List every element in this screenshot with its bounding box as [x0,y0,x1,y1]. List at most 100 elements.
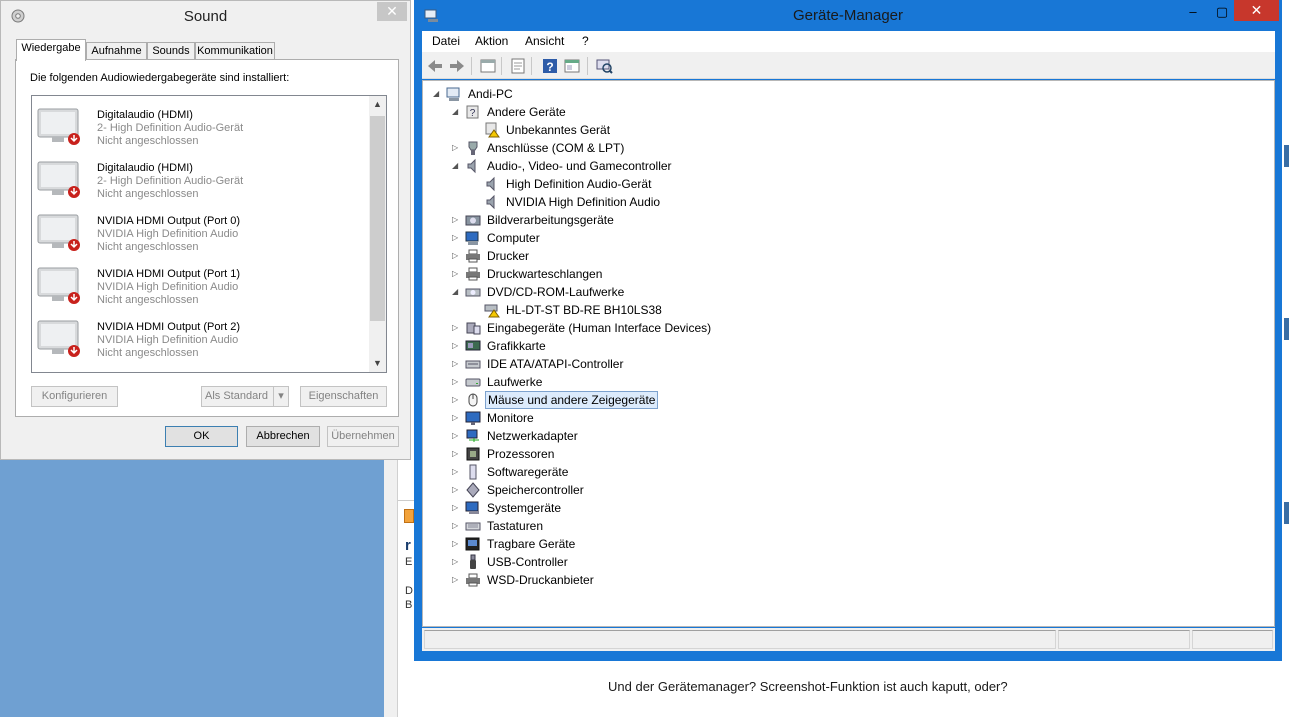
collapsed-arrow-icon[interactable]: ▷ [452,466,461,477]
collapsed-arrow-icon[interactable]: ▷ [452,142,461,153]
help-icon[interactable]: ? [541,57,559,75]
collapsed-arrow-icon[interactable]: ▷ [452,214,461,225]
properties-button[interactable]: Eigenschaften [300,386,387,407]
computer-icon [465,231,479,245]
tree-item-label: WSD-Druckanbieter [487,573,594,587]
device-name: NVIDIA HDMI Output (Port 0) [97,215,241,227]
scroll-thumb[interactable] [370,116,385,321]
list-item[interactable]: Digitalaudio (HDMI) 2- High Definition A… [32,152,370,205]
software-device-icon [469,464,477,480]
keyboard-icon [465,522,481,531]
tab-wiedergabe[interactable]: Wiedergabe [16,39,86,61]
tree-item-label: DVD/CD-ROM-Laufwerke [487,285,625,299]
svg-text:?: ? [546,60,553,74]
collapsed-arrow-icon[interactable]: ▷ [452,268,461,279]
tab-aufnahme[interactable]: Aufnahme [86,42,147,60]
collapsed-arrow-icon[interactable]: ▷ [452,322,461,333]
device-tree[interactable]: ◢ Andi-PC ◢ ? Andere Geräte Unbekanntes … [422,80,1275,627]
device-status: Nicht angeschlossen [97,135,199,147]
sound-close-button[interactable]: ✕ [377,2,407,21]
set-default-button[interactable]: Als Standard [201,386,274,407]
device-name: NVIDIA HDMI Output (Port 2) [97,321,241,333]
forward-arrow-icon[interactable] [448,57,466,75]
collapsed-arrow-icon[interactable]: ▷ [452,232,461,243]
list-item[interactable]: Digitalaudio (HDMI) 2- High Definition A… [32,99,370,152]
collapsed-arrow-icon[interactable]: ▷ [452,502,461,513]
document-icon[interactable] [509,57,527,75]
tree-root-label: Andi-PC [468,87,513,101]
device-list-scrollbar[interactable]: ▲ ▼ [369,96,386,372]
expanded-arrow-icon[interactable]: ◢ [452,286,461,297]
expanded-arrow-icon[interactable]: ◢ [433,88,442,99]
tab-kommunikation[interactable]: Kommunikation [195,42,275,60]
collapsed-arrow-icon[interactable]: ▷ [452,556,461,567]
usb-icon [470,554,476,569]
collapsed-arrow-icon[interactable]: ▷ [452,448,461,459]
configure-button[interactable]: Konfigurieren [31,386,118,407]
properties-view-icon[interactable] [479,57,497,75]
device-description: NVIDIA High Definition Audio [97,228,239,240]
tree-item-label: Mäuse und andere Zeigegeräte [485,391,659,409]
close-button[interactable]: ✕ [1234,0,1279,21]
tree-item-label: Laufwerke [487,375,543,389]
mouse-icon [468,393,478,407]
collapsed-arrow-icon[interactable]: ▷ [452,430,461,441]
device-manager-window: Geräte-Manager – ▢ ✕ Datei Aktion Ansich… [414,0,1282,661]
back-arrow-icon[interactable] [426,57,444,75]
device-manager-title: Geräte-Manager [792,7,904,24]
collapsed-arrow-icon[interactable]: ▷ [452,574,461,585]
list-item[interactable]: NVIDIA HDMI Output (Port 0) NVIDIA High … [32,205,370,258]
collapsed-arrow-icon[interactable]: ▷ [452,538,461,549]
window-view-icon[interactable] [563,57,581,75]
list-item[interactable]: NVIDIA HDMI Output (Port 2) NVIDIA High … [32,311,370,364]
collapsed-arrow-icon[interactable]: ▷ [452,394,461,405]
status-cell [424,630,1056,649]
tree-item-label: Druckwarteschlangen [487,267,603,281]
set-default-dropdown[interactable]: ▾ [273,386,289,407]
expanded-arrow-icon[interactable]: ◢ [452,160,461,171]
device-description: 2- High Definition Audio-Gerät [97,122,244,134]
cancel-button[interactable]: Abbrechen [246,426,320,447]
forum-post-text: Und der Gerätemanager? Screenshot-Funkti… [608,679,1008,694]
sound-titlebar[interactable]: Sound ✕ [1,1,410,30]
tree-item-label: Softwaregeräte [487,465,569,479]
status-cell [1058,630,1190,649]
collapsed-arrow-icon[interactable]: ▷ [452,340,461,351]
warning-device-icon [485,122,500,138]
expanded-arrow-icon[interactable]: ◢ [452,106,461,117]
collapsed-arrow-icon[interactable]: ▷ [452,520,461,531]
menu-datei[interactable]: Datei [432,34,460,48]
page-side-strip [384,460,398,717]
collapsed-arrow-icon[interactable]: ▷ [452,484,461,495]
device-manager-titlebar[interactable]: Geräte-Manager – ▢ ✕ [414,0,1282,30]
sound-dialog: Sound ✕ Wiedergabe Aufnahme Sounds Kommu… [0,0,411,460]
tree-item-label: Tragbare Geräte [487,537,576,551]
optical-drive-icon [465,288,481,297]
maximize-button[interactable]: ▢ [1215,4,1229,25]
minimize-button[interactable]: – [1186,4,1200,25]
playback-device-list[interactable]: Digitalaudio (HDMI) 2- High Definition A… [31,95,387,373]
monitor-device-icon [37,214,80,251]
ok-button[interactable]: OK [165,426,238,447]
menu-help[interactable]: ? [582,34,589,48]
tab-sounds[interactable]: Sounds [147,42,195,60]
sound-title: Sound [183,8,228,25]
hid-icon [466,322,481,335]
scroll-down-arrow-icon[interactable]: ▼ [369,355,386,372]
card-letter: r [405,537,411,554]
monitor-device-icon [37,320,80,357]
scroll-up-arrow-icon[interactable]: ▲ [369,96,386,113]
list-item[interactable]: NVIDIA HDMI Output (Port 1) NVIDIA High … [32,258,370,311]
menu-ansicht[interactable]: Ansicht [525,34,564,48]
menu-aktion[interactable]: Aktion [475,34,508,48]
tree-item-label: Andere Geräte [487,105,566,119]
collapsed-arrow-icon[interactable]: ▷ [452,358,461,369]
ide-controller-icon [465,360,481,369]
collapsed-arrow-icon[interactable]: ▷ [452,376,461,387]
collapsed-arrow-icon[interactable]: ▷ [452,250,461,261]
apply-button[interactable]: Übernehmen [327,426,399,447]
card-letter: E [405,556,413,568]
tree-item-label: Computer [487,231,540,245]
scan-hardware-icon[interactable] [595,57,613,75]
collapsed-arrow-icon[interactable]: ▷ [452,412,461,423]
